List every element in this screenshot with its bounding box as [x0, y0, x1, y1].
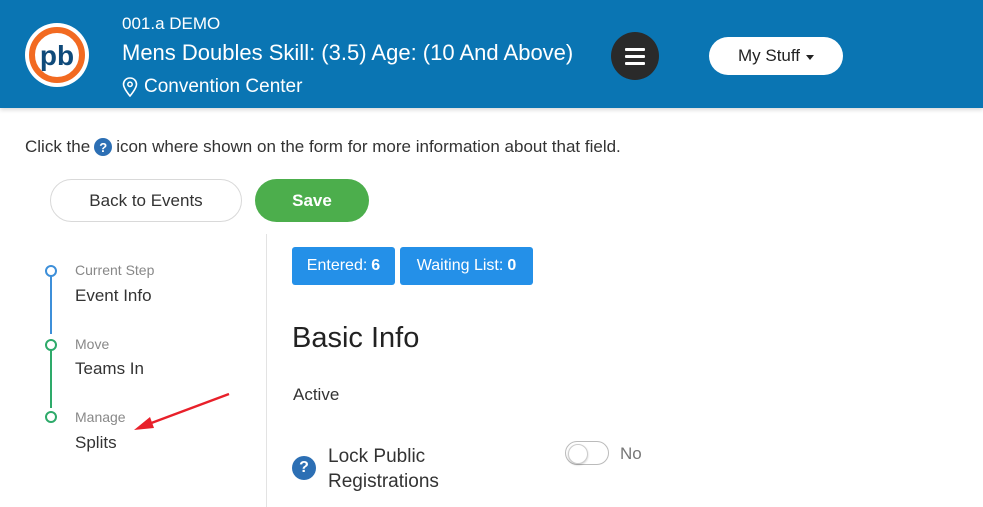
step-teams-in[interactable]: Teams In — [75, 359, 144, 379]
my-stuff-dropdown[interactable]: My Stuff — [709, 37, 843, 75]
hamburger-menu-button[interactable] — [611, 32, 659, 80]
svg-text:pb: pb — [40, 40, 74, 71]
pickleball-logo[interactable]: pb — [24, 22, 90, 88]
question-icon: ? — [94, 138, 113, 156]
hamburger-icon — [625, 46, 645, 67]
waiting-count: 0 — [507, 257, 517, 274]
step-dot-current — [45, 265, 57, 277]
annotation-arrow-icon — [134, 392, 230, 430]
section-title: Basic Info — [292, 322, 420, 354]
stepper-connector — [50, 276, 52, 334]
entered-label: Entered: — [306, 257, 368, 274]
entered-badge[interactable]: Entered: 6 — [292, 247, 395, 285]
top-header: pb 001.a DEMO Mens Doubles Skill: (3.5) … — [0, 0, 983, 108]
help-instructions: Click the ? icon where shown on the form… — [25, 137, 621, 157]
step-label: Current Step — [75, 262, 155, 278]
step-dot — [45, 339, 57, 351]
save-button[interactable]: Save — [255, 179, 369, 222]
info-text-after: icon where shown on the form for more in… — [116, 137, 621, 156]
caret-down-icon — [806, 54, 815, 60]
entered-count: 6 — [371, 257, 381, 274]
toggle-state-text: No — [620, 444, 642, 463]
back-to-events-button[interactable]: Back to Events — [50, 179, 242, 222]
active-label: Active — [293, 385, 340, 404]
stepper-connector — [50, 350, 52, 408]
organization-name: 001.a DEMO — [122, 14, 221, 33]
toggle-knob — [568, 444, 588, 464]
my-stuff-label: My Stuff — [737, 46, 801, 65]
map-pin-icon — [122, 77, 138, 97]
waiting-label: Waiting List: — [416, 257, 504, 274]
venue-name: Convention Center — [144, 76, 303, 97]
step-dot — [45, 411, 57, 423]
help-question-icon[interactable]: ? — [292, 456, 316, 480]
step-label: Move — [75, 336, 110, 352]
lock-public-registrations-label: Lock Public Registrations — [328, 446, 439, 492]
step-label: Manage — [75, 409, 126, 425]
lock-registrations-toggle[interactable] — [565, 441, 609, 465]
step-event-info[interactable]: Event Info — [75, 286, 152, 306]
venue: Convention Center — [122, 76, 302, 98]
info-text-before: Click the — [25, 137, 91, 156]
step-splits[interactable]: Splits — [75, 433, 117, 453]
vertical-divider — [266, 234, 267, 507]
waiting-list-badge[interactable]: Waiting List: 0 — [400, 247, 533, 285]
event-title: Mens Doubles Skill: (3.5) Age: (10 And A… — [122, 40, 574, 65]
